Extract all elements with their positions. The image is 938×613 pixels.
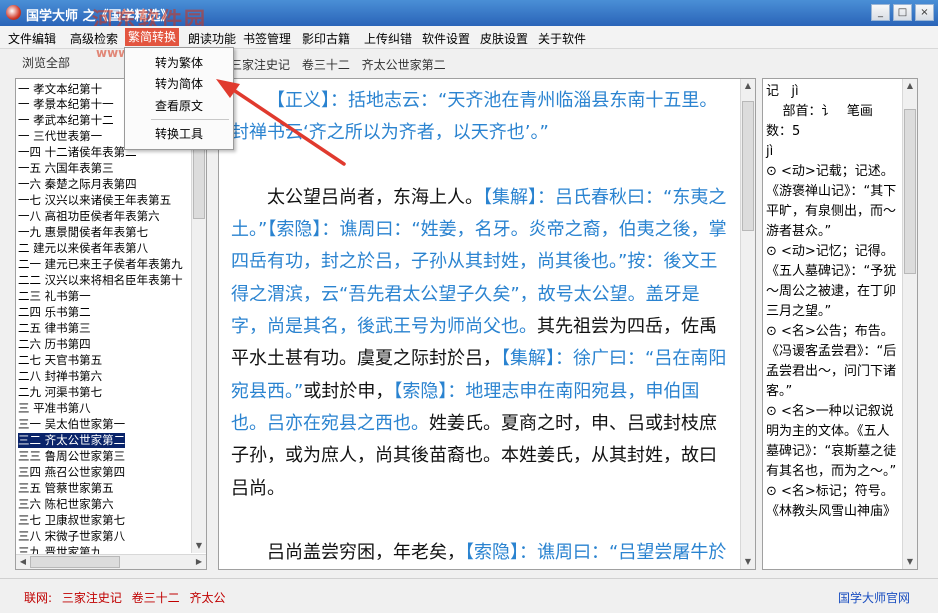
tree-hscroll-thumb[interactable] [30, 556, 120, 568]
close-button[interactable]: × [915, 4, 934, 21]
browse-all-label[interactable]: 浏览全部 [22, 54, 70, 71]
scroll-up-icon[interactable]: ▲ [903, 79, 917, 93]
tree-item[interactable]: 二七 天官书第五 [18, 353, 102, 368]
tree-vertical-scrollbar[interactable]: ▲ ▼ [191, 79, 206, 553]
minimize-button[interactable]: _ [871, 4, 890, 21]
tree-item[interactable]: 一九 惠景閒侯者年表第七 [18, 225, 148, 240]
title-bar: 国学大师 之《国学精选》 河东软件园 _ □ × [0, 0, 938, 32]
tree-item[interactable]: 一五 六国年表第三 [18, 161, 114, 176]
tree-item[interactable]: 三六 陈杞世家第六 [18, 497, 114, 512]
menu-file-edit[interactable]: 文件编辑 [8, 30, 56, 47]
scroll-down-icon[interactable]: ▼ [903, 555, 917, 569]
main-text: 吕尚盖尝穷困，年老矣， [267, 542, 465, 564]
tree-item[interactable]: 一 孝景本纪第十一 [18, 97, 114, 112]
app-logo-icon [6, 5, 21, 20]
tree-item[interactable]: 三 平准书第八 [18, 401, 91, 416]
reading-paragraph: 【正义】：括地志云：“天齐池在青州临淄县东南十五里。封禅书云‘齐之所以为齐者，以… [231, 85, 729, 150]
scroll-right-icon[interactable]: ▶ [192, 555, 206, 569]
scroll-down-icon[interactable]: ▼ [741, 555, 755, 569]
scroll-up-icon[interactable]: ▲ [741, 79, 755, 93]
dict-scroll-thumb[interactable] [904, 109, 916, 274]
tree-horizontal-scrollbar[interactable]: ◀ ▶ [16, 554, 206, 569]
menu-read-aloud[interactable]: 朗读功能 [188, 30, 236, 47]
menu-item-to-simplified[interactable]: 转为简体 [155, 75, 203, 92]
tree-item[interactable]: 三七 卫康叔世家第七 [18, 513, 125, 528]
reading-pane[interactable]: 【正义】：括地志云：“天齐池在青州临淄县东南十五里。封禅书云‘齐之所以为齐者，以… [218, 78, 756, 570]
menu-about[interactable]: 关于软件 [538, 30, 586, 47]
menu-convert[interactable]: 繁简转换 [125, 28, 180, 46]
menu-skin-settings[interactable]: 皮肤设置 [480, 30, 528, 47]
maximize-button[interactable]: □ [893, 4, 912, 21]
tree-item-selected[interactable]: 三二 齐太公世家第二 [18, 433, 126, 448]
reading-paragraph: 太公望吕尚者，东海上人。【集解】：吕氏春秋曰：“东夷之土。”【索隐】：谯周曰：“… [231, 182, 729, 505]
official-site-link[interactable]: 国学大师官网 [838, 589, 910, 606]
tree-item[interactable]: 二四 乐书第二 [18, 305, 91, 320]
commentary-text: 【正义】：括地志云：“天齐池在青州临淄县东南十五里。封禅书云‘齐之所以为齐者，以… [231, 90, 718, 144]
scroll-down-icon[interactable]: ▼ [192, 539, 206, 553]
tree-item[interactable]: 二 建元以来侯者年表第八 [18, 241, 148, 256]
breadcrumb: 三家注史记 卷三十二 齐太公世家第二 [230, 58, 446, 72]
reading-paragraph: 吕尚盖尝穷困，年老矣，【索隐】：谯周曰：“吕望尝屠牛於朝歌，卖饮於孟津。”以渔钓… [231, 537, 729, 569]
main-text: 或封於申， [303, 380, 394, 402]
menu-upload-correction[interactable]: 上传纠错 [364, 30, 412, 47]
main-text: 太公望吕尚者，东海上人。 [267, 186, 483, 208]
dictionary-pane[interactable]: 记 jì 部首：讠 笔画数：5 jì ⊙ <动>记载；记述。《游褒禅山记》：“其… [762, 78, 918, 570]
menu-item-convert-tool[interactable]: 转换工具 [155, 125, 203, 142]
reading-text: 【正义】：括地志云：“天齐池在青州临淄县东南十五里。封禅书云‘齐之所以为齐者，以… [231, 85, 729, 569]
commentary-text: 【集解】：吕氏春秋曰：“东夷之土。”【索隐】：谯周曰：“姓姜，名牙。炎帝之裔，伯… [231, 186, 727, 338]
tree-item[interactable]: 二六 历书第四 [18, 337, 91, 352]
tree-item[interactable]: 三四 燕召公世家第四 [18, 465, 125, 480]
tree-item[interactable]: 三五 管蔡世家第五 [18, 481, 114, 496]
menu-bookmarks[interactable]: 书签管理 [243, 30, 291, 47]
status-bar: 联网: 三家注史记 卷三十二 齐太公 国学大师官网 [0, 578, 938, 613]
menu-software-settings[interactable]: 软件设置 [422, 30, 470, 47]
chapter-tree[interactable]: 一 孝文本纪第十 一 孝景本纪第十一 一 孝武本纪第十二 一 三代世表第一 一四… [15, 78, 207, 570]
tree-item[interactable]: 二二 汉兴以来将相名臣年表第十 [18, 273, 183, 288]
tree-item[interactable]: 一四 十二诸侯年表第二 [18, 145, 137, 160]
tree-item[interactable]: 一八 高祖功臣侯者年表第六 [18, 209, 160, 224]
tree-item[interactable]: 一 孝文本纪第十 [18, 82, 102, 97]
tree-item[interactable]: 一 三代世表第一 [18, 129, 102, 144]
tree-item[interactable]: 一 孝武本纪第十二 [18, 113, 114, 128]
tree-item[interactable]: 二五 律书第三 [18, 321, 91, 336]
tree-item[interactable]: 二三 礼书第一 [18, 289, 91, 304]
tree-item[interactable]: 三八 宋微子世家第八 [18, 529, 125, 544]
tree-item[interactable]: 三一 吴太伯世家第一 [18, 417, 125, 432]
menu-item-view-original[interactable]: 查看原文 [155, 97, 203, 114]
dict-vertical-scrollbar[interactable]: ▲ ▼ [902, 79, 917, 569]
dictionary-text: 记 jì 部首：讠 笔画数：5 jì ⊙ <动>记载；记述。《游褒禅山记》：“其… [766, 84, 897, 519]
tree-item[interactable]: 二八 封禅书第六 [18, 369, 102, 384]
tree-item[interactable]: 一七 汉兴以来诸侯王年表第五 [18, 193, 171, 208]
menu-advanced-search[interactable]: 高级检索 [70, 30, 118, 47]
tree-item[interactable]: 二一 建元已来王子侯者年表第九 [18, 257, 183, 272]
menu-ancient-books[interactable]: 影印古籍 [302, 30, 350, 47]
menu-item-to-traditional[interactable]: 转为繁体 [155, 54, 203, 71]
tree-item[interactable]: 三三 鲁周公世家第三 [18, 449, 125, 464]
menu-separator [151, 119, 229, 120]
status-location: 联网: 三家注史记 卷三十二 齐太公 [24, 591, 226, 605]
content-vertical-scrollbar[interactable]: ▲ ▼ [740, 79, 755, 569]
tree-item[interactable]: 一六 秦楚之际月表第四 [18, 177, 137, 192]
convert-dropdown-menu: 转为繁体 转为简体 查看原文 转换工具 [124, 47, 234, 150]
tree-item[interactable]: 二九 河渠书第七 [18, 385, 102, 400]
content-scroll-thumb[interactable] [742, 101, 754, 231]
scroll-left-icon[interactable]: ◀ [16, 555, 30, 569]
